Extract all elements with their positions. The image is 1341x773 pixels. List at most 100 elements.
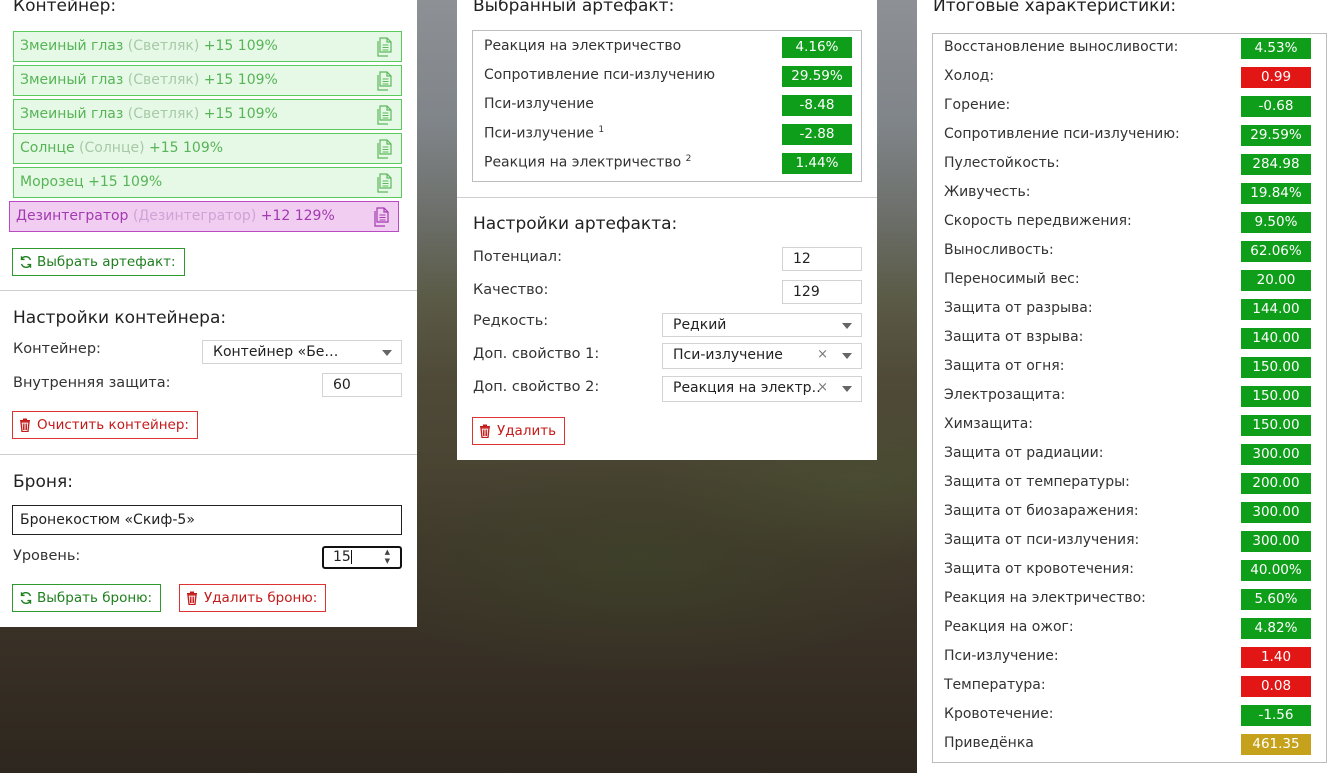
- artifact-name: Солнце: [20, 140, 75, 156]
- clear-container-button[interactable]: Очистить контейнер:: [12, 411, 198, 439]
- artifact-slot[interactable]: Змеиный глаз (Светляк) +15 109%: [13, 65, 402, 96]
- potential-input[interactable]: 12: [782, 247, 862, 271]
- total-stat-value: 4.82%: [1241, 618, 1311, 639]
- total-stat-value: 150.00: [1241, 357, 1311, 378]
- total-stat-value: 19.84%: [1241, 183, 1311, 204]
- total-stat-value: 300.00: [1241, 444, 1311, 465]
- artifact-sub: (Солнце): [79, 140, 145, 156]
- selected-artifact-stats: Реакция на электричество 4.16% Сопротивлен…: [472, 30, 862, 182]
- total-stat-row: Сопротивление пси-излучению: 29.59%: [933, 121, 1326, 150]
- total-stat-row: Защита от огня: 150.00: [933, 353, 1326, 382]
- stepper-arrows-icon[interactable]: ▲ ▼: [385, 548, 390, 566]
- total-stat-value: 140.00: [1241, 328, 1311, 349]
- total-stat-name: Пси-излучение:: [944, 648, 1059, 664]
- total-stat-name: Защита от разрыва:: [944, 300, 1093, 316]
- total-stat-name: Сопротивление пси-излучению:: [944, 126, 1180, 142]
- stat-label: Пси-излучение: [484, 96, 594, 112]
- choose-armor-button[interactable]: Выбрать броню:: [12, 584, 162, 612]
- armor-level-stepper[interactable]: 15 ▲ ▼: [322, 546, 402, 569]
- total-stat-value: 150.00: [1241, 386, 1311, 407]
- artifact-sub: (Дезинтегратор): [132, 208, 257, 224]
- copy-icon[interactable]: [376, 105, 393, 125]
- artifact-level: +15 109%: [203, 38, 278, 54]
- artifact-slot[interactable]: Дезинтегратор (Дезинтегратор) +12 129%: [9, 201, 399, 232]
- armor-title: Броня:: [13, 472, 73, 492]
- total-stat-name: Приведёнка: [944, 735, 1034, 751]
- prop1-select[interactable]: Пси-излучение ×: [662, 343, 862, 369]
- total-stat-name: Живучесть:: [944, 184, 1031, 200]
- copy-icon[interactable]: [376, 139, 393, 159]
- trash-icon: [186, 591, 200, 605]
- total-stat-row: Восстановление выносливости: 4.53%: [933, 34, 1326, 63]
- total-stat-row: Химзащита: 150.00: [933, 411, 1326, 440]
- total-stat-row: Переносимый вес: 20.00: [933, 266, 1326, 295]
- artifact-slot[interactable]: Морозец +15 109%: [13, 167, 402, 198]
- prop2-select[interactable]: Реакция на электр… ×: [662, 376, 862, 402]
- copy-icon[interactable]: [376, 173, 393, 193]
- delete-armor-label: Удалить броню:: [204, 590, 318, 606]
- stat-label: Реакция на электричество: [484, 154, 682, 171]
- total-stat-value: 1.40: [1241, 647, 1311, 668]
- stat-row: Сопротивление пси-излучению 29.59%: [473, 62, 861, 91]
- artifact-slot[interactable]: Змеиный глаз (Светляк) +15 109%: [13, 31, 402, 62]
- total-stat-row: Приведёнка 461.35: [933, 730, 1326, 759]
- total-stat-row: Защита от кровотечения: 40.00%: [933, 556, 1326, 585]
- total-stat-name: Реакция на ожог:: [944, 619, 1074, 635]
- container-select[interactable]: Контейнер «Берлога…: [202, 340, 402, 364]
- middle-panel: Выбранный артефакт: Реакция на электриче…: [457, 0, 877, 460]
- artifact-slot[interactable]: Змеиный глаз (Светляк) +15 109%: [13, 99, 402, 130]
- total-stat-row: Реакция на ожог: 4.82%: [933, 614, 1326, 643]
- delete-artifact-button[interactable]: Удалить: [472, 417, 566, 445]
- copy-icon[interactable]: [373, 207, 390, 227]
- stat-label: Сопротивление пси-излучению: [484, 67, 716, 83]
- protection-label: Внутренняя защита:: [13, 375, 171, 391]
- stat-value: 4.16%: [782, 37, 852, 58]
- total-stat-value: 0.99: [1241, 67, 1311, 88]
- stat-name: Пси-излучение: [484, 96, 594, 112]
- total-stat-row: Защита от радиации: 300.00: [933, 440, 1326, 469]
- copy-icon[interactable]: [376, 71, 393, 91]
- total-stat-value: 29.59%: [1241, 125, 1311, 146]
- artifact-name: Дезинтегратор: [16, 208, 129, 224]
- armor-level-label: Уровень:: [13, 548, 81, 564]
- total-stat-name: Холод:: [944, 68, 995, 84]
- artifact-level: +15 109%: [88, 174, 163, 190]
- total-stat-value: -0.68: [1241, 96, 1311, 117]
- stat-name: Сопротивление пси-излучению: [484, 67, 715, 83]
- delete-armor-button[interactable]: Удалить броню:: [179, 584, 327, 612]
- stat-label: Пси-излучение: [484, 125, 594, 142]
- artifact-level: +15 109%: [203, 106, 278, 122]
- total-stat-name: Кровотечение:: [944, 706, 1054, 722]
- divider: [0, 290, 417, 291]
- total-stat-value: 4.53%: [1241, 38, 1311, 59]
- chevron-down-icon: [842, 323, 852, 329]
- total-stat-value: -1.56: [1241, 705, 1311, 726]
- choose-artifact-button[interactable]: Выбрать артефакт:: [12, 248, 185, 276]
- quality-input[interactable]: 129: [782, 280, 862, 304]
- stat-sup: 1: [598, 125, 605, 135]
- potential-label: Потенциал:: [473, 249, 562, 265]
- rarity-select[interactable]: Редкий: [662, 313, 862, 337]
- total-stat-row: Горение: -0.68: [933, 92, 1326, 121]
- total-stat-row: Защита от биозаражения: 300.00: [933, 498, 1326, 527]
- copy-icon[interactable]: [376, 37, 393, 57]
- divider: [0, 454, 417, 455]
- total-stat-value: 300.00: [1241, 502, 1311, 523]
- container-settings-title: Настройки контейнера:: [13, 308, 227, 328]
- protection-input[interactable]: 60: [322, 373, 402, 397]
- total-stat-value: 62.06%: [1241, 241, 1311, 262]
- stat-row: Реакция на электричество 4.16%: [473, 33, 861, 62]
- total-stat-row: Живучесть: 19.84%: [933, 179, 1326, 208]
- total-stat-name: Переносимый вес:: [944, 271, 1080, 287]
- divider: [457, 197, 877, 198]
- total-stat-row: Пулестойкость: 284.98: [933, 150, 1326, 179]
- artifact-sub: (Светляк): [127, 72, 200, 88]
- artifact-sub: (Светляк): [127, 38, 200, 54]
- artifact-level: +12 129%: [260, 208, 335, 224]
- artifact-name: Морозец: [20, 174, 84, 190]
- armor-name-input[interactable]: Бронекостюм «Скиф-5»: [12, 505, 402, 535]
- artifact-settings-title: Настройки артефакта:: [473, 214, 678, 234]
- close-icon[interactable]: ×: [817, 377, 828, 399]
- close-icon[interactable]: ×: [817, 344, 828, 366]
- artifact-slot[interactable]: Солнце (Солнце) +15 109%: [13, 133, 402, 164]
